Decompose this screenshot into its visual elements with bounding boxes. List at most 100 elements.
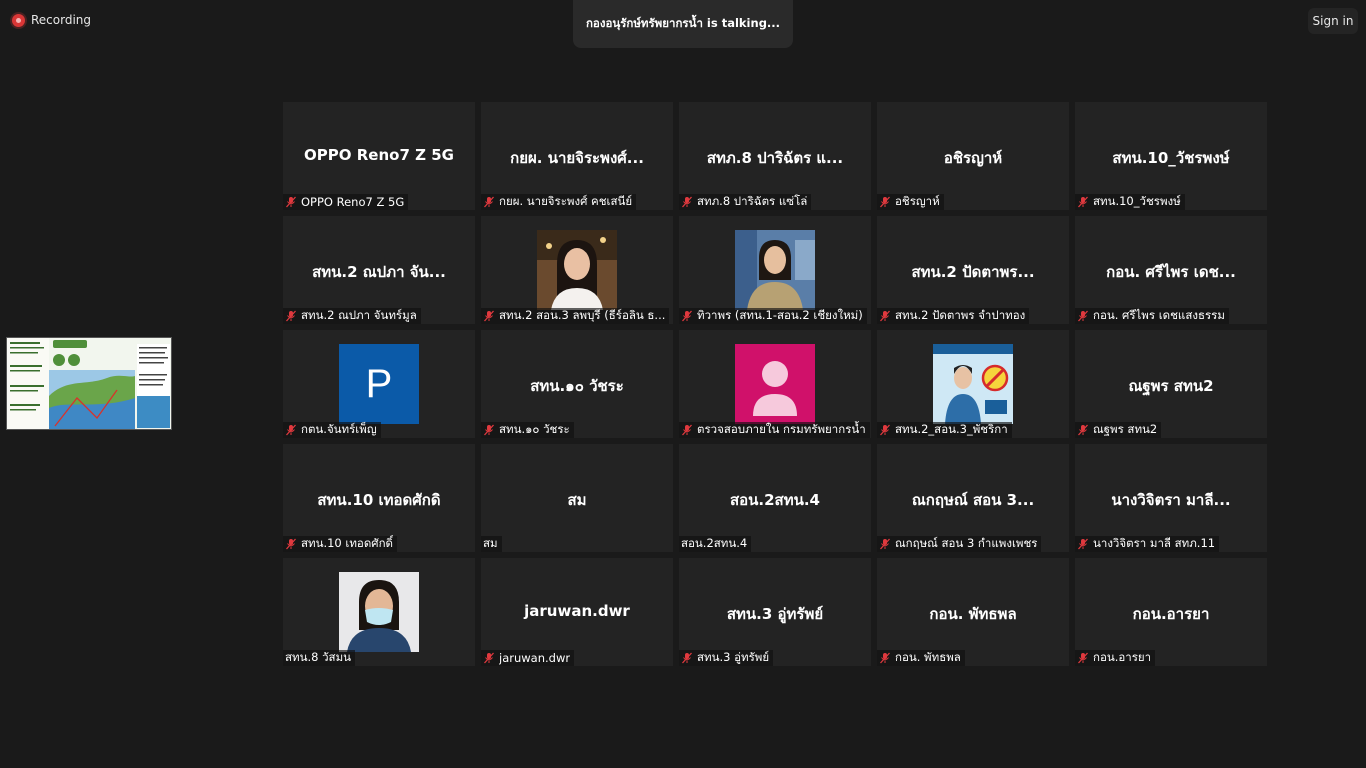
participant-tile[interactable]: กอน. ศรีไพร เดช... กอน. ศรีไพร เดชแสงธรรม <box>1075 216 1267 324</box>
participant-tile[interactable]: สทน.8 วัสมน <box>283 558 475 666</box>
participant-name-label: สทน.2 ณปภา จันทร์มูล <box>283 308 421 324</box>
participant-display-name: อชิรญาห์ <box>943 149 1003 167</box>
participant-display-name: สทภ.8 ปาริฉัตร แ... <box>706 149 844 167</box>
participant-name: สทน.2 ณปภา จันทร์มูล <box>301 308 417 322</box>
participant-tile[interactable]: อชิรญาห์ อชิรญาห์ <box>877 102 1069 210</box>
sign-in-button[interactable]: Sign in <box>1308 8 1358 34</box>
muted-mic-icon <box>880 652 890 664</box>
muted-mic-icon <box>484 310 494 322</box>
participant-display-name: สอน.2สทน.4 <box>730 491 820 509</box>
participant-name: ณฐพร สทน2 <box>1093 422 1158 436</box>
participant-name: สทน.๑๐ วัชระ <box>499 422 570 436</box>
muted-mic-icon <box>682 424 692 436</box>
participant-display-name: สม <box>567 491 587 509</box>
participant-display-name: สทน.3 อู่ทรัพย์ <box>726 605 824 623</box>
participant-tile[interactable]: สทน.10_วัชรพงษ์ สทน.10_วัชรพงษ์ <box>1075 102 1267 210</box>
participant-tile[interactable]: สทน.10 เทอดศักดิ สทน.10 เทอดศักดิ์ <box>283 444 475 552</box>
participant-name-label: ณฐพร สทน2 <box>1075 422 1162 438</box>
participant-video <box>339 572 419 652</box>
participant-name-label: สอน.2สทน.4 <box>679 536 752 552</box>
participant-name-label: สทน.2_สอน.3_พัชริกา <box>877 422 1012 438</box>
participant-name: ทิวาพร (สทน.1-สอน.2 เชียงใหม่) <box>697 308 863 322</box>
participant-tile[interactable]: กอน.อารยา กอน.อารยา <box>1075 558 1267 666</box>
participant-name-label: กยผ. นายจิระพงศ์ คชเสนีย์ <box>481 194 637 210</box>
participant-tile[interactable]: สทน.2_สอน.3_พัชริกา <box>877 330 1069 438</box>
participant-name-label: กอน. พัทธพล <box>877 650 965 666</box>
participant-tile[interactable]: กอน. พัทธพล กอน. พัทธพล <box>877 558 1069 666</box>
muted-mic-icon <box>682 196 692 208</box>
participant-tile[interactable]: สทน.2 ปัดตาพร... สทน.2 ปัดตาพร จำปาทอง <box>877 216 1069 324</box>
participant-video <box>933 344 1013 424</box>
muted-mic-icon <box>286 310 296 322</box>
participant-display-name: สทน.2 ปัดตาพร... <box>911 263 1035 281</box>
participant-tile[interactable]: นางวิจิตรา มาลี... นางวิจิตรา มาลี สทภ.11 <box>1075 444 1267 552</box>
avatar <box>735 344 815 424</box>
participant-name-label: ตรวจสอบภายใน กรมทรัพยากรน้ำ <box>679 422 870 438</box>
participant-video <box>735 230 815 310</box>
participant-display-name: สทน.10_วัชรพงษ์ <box>1112 149 1230 167</box>
participant-name-label: นางวิจิตรา มาลี สทภ.11 <box>1075 536 1220 552</box>
avatar: P <box>339 344 419 424</box>
participant-tile[interactable]: สม สม <box>481 444 673 552</box>
participant-name: ตรวจสอบภายใน กรมทรัพยากรน้ำ <box>697 422 866 436</box>
muted-mic-icon <box>880 424 890 436</box>
participant-name-label: ทิวาพร (สทน.1-สอน.2 เชียงใหม่) <box>679 308 867 324</box>
muted-mic-icon <box>880 538 890 550</box>
participant-display-name: jaruwan.dwr <box>524 602 630 620</box>
participant-name-label: สทน.10_วัชรพงษ์ <box>1075 194 1185 210</box>
participant-name-label: สทน.2 สอน.3 ลพบุรี (ธีร์อลิน ธ... <box>481 308 670 324</box>
participant-tile[interactable]: ทิวาพร (สทน.1-สอน.2 เชียงใหม่) <box>679 216 871 324</box>
participant-tile[interactable]: ตรวจสอบภายใน กรมทรัพยากรน้ำ <box>679 330 871 438</box>
muted-mic-icon <box>286 424 296 436</box>
participant-name-label: อชิรญาห์ <box>877 194 944 210</box>
participant-tile[interactable]: สทน.๑๐ วัชระ สทน.๑๐ วัชระ <box>481 330 673 438</box>
participant-tile[interactable]: สทน.2 ณปภา จัน... สทน.2 ณปภา จันทร์มูล <box>283 216 475 324</box>
participant-name: สทน.2 ปัดตาพร จำปาทอง <box>895 308 1026 322</box>
participant-name: สทน.2 สอน.3 ลพบุรี (ธีร์อลิน ธ... <box>499 308 666 322</box>
participant-tile[interactable]: สทภ.8 ปาริฉัตร แ... สทภ.8 ปาริฉัตร แซ่โล่ <box>679 102 871 210</box>
participant-name-label: สทน.10 เทอดศักดิ์ <box>283 536 398 552</box>
participant-display-name: สทน.2 ณปภา จัน... <box>312 263 446 281</box>
participant-tile[interactable]: OPPO Reno7 Z 5G OPPO Reno7 Z 5G <box>283 102 475 210</box>
muted-mic-icon <box>880 196 890 208</box>
participant-name: กตน.จันทร์เพ็ญ <box>301 422 377 436</box>
muted-mic-icon <box>1078 652 1088 664</box>
avatar-letter: P <box>365 361 393 406</box>
recording-indicator[interactable]: Recording <box>12 12 91 28</box>
participant-tile[interactable]: ณกฤษณ์ สอน 3... ณกฤษณ์ สอน 3 กำแพงเพชร <box>877 444 1069 552</box>
participant-display-name: ณกฤษณ์ สอน 3... <box>911 491 1035 509</box>
muted-mic-icon <box>484 424 494 436</box>
participant-name: กยผ. นายจิระพงศ์ คชเสนีย์ <box>499 194 633 208</box>
muted-mic-icon <box>880 310 890 322</box>
participant-tile[interactable]: สทน.3 อู่ทรัพย์ สทน.3 อู่ทรัพย์ <box>679 558 871 666</box>
talking-text: กองอนุรักษ์ทรัพยากรน้ำ is talking... <box>585 16 781 30</box>
participant-tile[interactable]: สอน.2สทน.4 สอน.2สทน.4 <box>679 444 871 552</box>
participant-name: OPPO Reno7 Z 5G <box>301 195 405 209</box>
participant-name: สทน.10 เทอดศักดิ์ <box>301 536 394 550</box>
participant-display-name: นางวิจิตรา มาลี... <box>1111 491 1231 509</box>
participant-tile[interactable]: P กตน.จันทร์เพ็ญ <box>283 330 475 438</box>
muted-mic-icon <box>1078 538 1088 550</box>
participant-name-label: jaruwan.dwr <box>481 650 575 666</box>
participant-name: สม <box>483 536 498 550</box>
participant-display-name: กยผ. นายจิระพงศ์... <box>510 149 644 167</box>
participant-name: ณกฤษณ์ สอน 3 กำแพงเพชร <box>895 536 1038 550</box>
participant-tile[interactable]: กยผ. นายจิระพงศ์... กยผ. นายจิระพงศ์ คชเส… <box>481 102 673 210</box>
participant-video <box>537 230 617 310</box>
participant-name: สทน.3 อู่ทรัพย์ <box>697 650 770 664</box>
participant-name-label: กอน.อารยา <box>1075 650 1156 666</box>
participant-display-name: กอน. ศรีไพร เดช... <box>1106 263 1236 281</box>
participant-name: นางวิจิตรา มาลี สทภ.11 <box>1093 536 1216 550</box>
muted-mic-icon <box>682 310 692 322</box>
participant-tile[interactable]: สทน.2 สอน.3 ลพบุรี (ธีร์อลิน ธ... <box>481 216 673 324</box>
shared-screen-thumbnail[interactable] <box>6 337 172 430</box>
muted-mic-icon <box>484 196 494 208</box>
participant-tile[interactable]: jaruwan.dwr jaruwan.dwr <box>481 558 673 666</box>
participant-tile[interactable]: ณฐพร สทน2 ณฐพร สทน2 <box>1075 330 1267 438</box>
participant-name: สทน.8 วัสมน <box>285 650 352 664</box>
participant-name: สอน.2สทน.4 <box>681 536 748 550</box>
participant-name: สทน.10_วัชรพงษ์ <box>1093 194 1181 208</box>
participant-name: กอน.อารยา <box>1093 650 1152 664</box>
participant-name-label: สทน.3 อู่ทรัพย์ <box>679 650 774 666</box>
participant-display-name: สทน.๑๐ วัชระ <box>530 377 624 395</box>
